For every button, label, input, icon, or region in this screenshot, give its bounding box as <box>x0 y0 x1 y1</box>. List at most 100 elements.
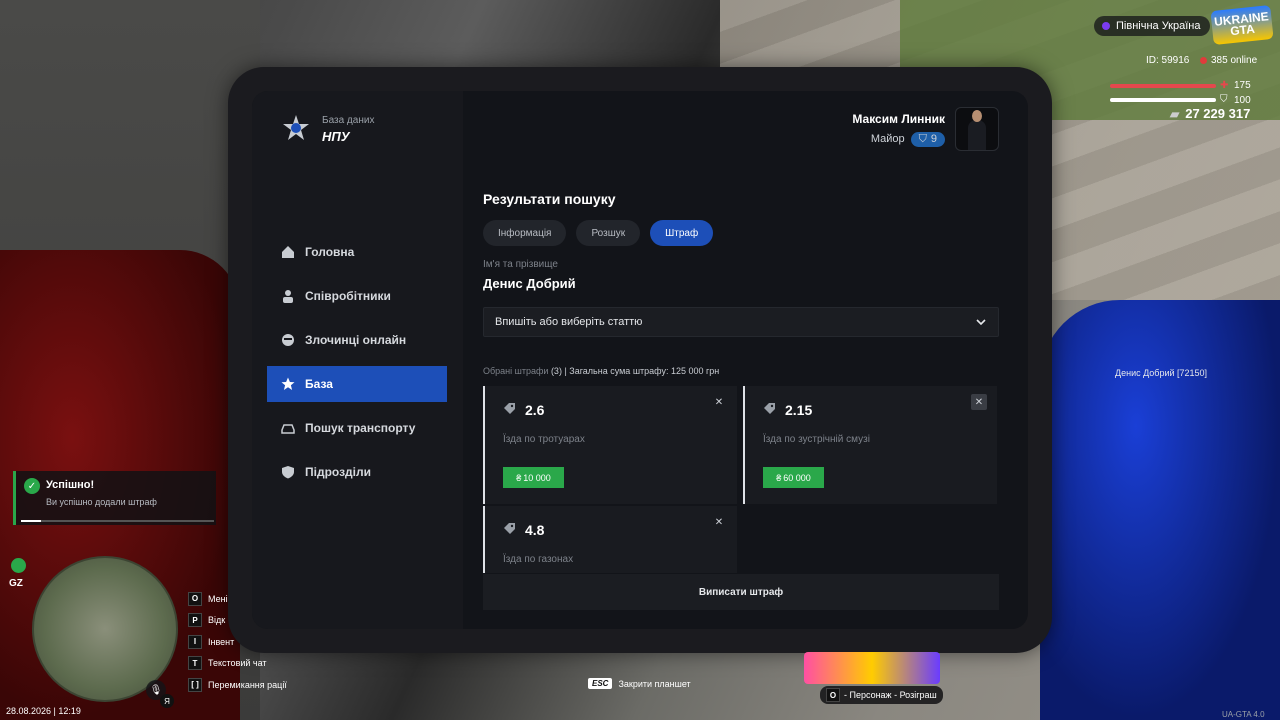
user-name: Максим Линник <box>852 111 945 126</box>
article-select-text: Впишіть або виберіть статтю <box>495 316 643 328</box>
close-tablet-hint: ESC Закрити планшет <box>588 678 691 689</box>
promo-hint: O - Персонаж - Розіграш <box>820 686 943 704</box>
hryvnia-icon: ₴ <box>516 472 522 483</box>
money: ▰ 27 229 317 <box>1170 106 1250 121</box>
logo-text: UKRAINE GTA <box>1213 9 1270 39</box>
sidebar: База даних НПУ Головна Співробітники Зло… <box>252 91 463 629</box>
summary-details: (3) | Загальна сума штрафу: 125 000 грн <box>550 366 720 376</box>
key-cap: O <box>188 591 202 606</box>
keybind-label: Інвент <box>208 636 235 647</box>
server-badge: Північна Україна <box>1094 16 1211 36</box>
player-id: ID: 59916 <box>1146 55 1190 66</box>
keybind-label: Текстовий чат <box>208 658 267 669</box>
tag-icon <box>763 401 777 418</box>
fine-card: 2.15 Їзда по зустрічній смузі ₴ 60 000 ✕ <box>743 386 997 504</box>
car-icon <box>281 421 295 435</box>
name-label: Ім'я та прізвище <box>483 259 558 270</box>
close-icon: ✕ <box>714 396 724 408</box>
sidebar-item-home[interactable]: Головна <box>267 234 447 270</box>
key-cap: [ ] <box>188 677 202 692</box>
main-content: Максим Линник Майор ⛉ 9 Результати пошук… <box>483 91 1003 629</box>
player-nametag: Денис Добрий [72150] <box>1115 368 1208 378</box>
keybind-row: P Відк <box>188 610 287 632</box>
health-icon: ✚ <box>1220 80 1229 91</box>
badge-shield-icon: ⛉ <box>918 132 927 145</box>
online-text: 385 online <box>1211 55 1258 66</box>
fine-description: Їзда по зустрічній смузі <box>763 434 870 445</box>
police-emblem-icon <box>280 113 312 145</box>
fine-price-value: 60 000 <box>783 472 811 483</box>
article-select[interactable]: Впишіть або виберіть статтю <box>483 307 999 337</box>
online-count: 385 online <box>1200 55 1257 66</box>
money-value: 27 229 317 <box>1185 106 1251 121</box>
server-name: Північна Україна <box>1116 20 1201 32</box>
keybind-hints: O Мені P Відк I Інвент T Текстовий чат [ ] Пе… <box>188 588 287 696</box>
sidebar-item-label: Співробітники <box>305 289 391 303</box>
home-icon <box>281 245 295 259</box>
fine-code-text: 2.15 <box>785 401 813 418</box>
sidebar-nav: Головна Співробітники Злочинці онлайн Ба… <box>267 234 447 498</box>
sidebar-item-label: Головна <box>305 245 355 259</box>
remove-fine-button[interactable]: ✕ <box>711 394 727 410</box>
server-icon <box>1102 22 1110 30</box>
esc-key: ESC <box>588 678 613 689</box>
brand: База даних НПУ <box>280 113 374 145</box>
keybind-label: Відк <box>208 615 226 626</box>
keybind-row: T Текстовий чат <box>188 653 287 675</box>
page-title: Результати пошуку <box>483 191 616 207</box>
health-bar <box>1110 84 1216 88</box>
tab-wanted[interactable]: Розшук <box>576 220 641 246</box>
fine-price: ₴ 60 000 <box>763 467 824 488</box>
keybind-label: Перемикання рації <box>208 679 287 690</box>
summary-prefix: Обрані штрафи <box>483 366 549 376</box>
success-toast: ✓ Успішно! Ви успішно додали штраф <box>13 471 216 525</box>
star-icon <box>281 377 295 391</box>
sidebar-item-database[interactable]: База <box>267 366 447 402</box>
brand-title: НПУ <box>322 128 350 144</box>
keybind-row: I Інвент <box>188 631 287 653</box>
tab-info[interactable]: Інформація <box>483 220 567 246</box>
tablet-screen: База даних НПУ Головна Співробітники Зло… <box>252 91 1028 629</box>
close-tablet-label: Закрити планшет <box>618 678 691 689</box>
key-cap: P <box>188 613 202 628</box>
toast-text: Ви успішно додали штраф <box>46 497 157 507</box>
check-icon: ✓ <box>24 478 40 494</box>
brand-subtitle: База даних <box>322 114 375 126</box>
police-tablet: База даних НПУ Головна Співробітники Зло… <box>228 67 1052 653</box>
fine-description: Їзда по тротуарах <box>503 434 585 445</box>
chevron-down-icon <box>976 316 986 328</box>
promo-label: - Персонаж - Розіграш <box>844 690 937 700</box>
game-logo: UKRAINE GTA <box>1210 4 1274 46</box>
fine-code-text: 4.8 <box>525 521 545 538</box>
online-icon <box>1200 57 1207 64</box>
criminal-icon <box>281 333 295 347</box>
user-profile: Максим Линник Майор ⛉ 9 <box>852 107 999 151</box>
tabs: Інформація Розшук Штраф <box>483 220 714 246</box>
sidebar-item-label: Підрозділи <box>305 465 371 479</box>
remove-fine-button[interactable]: ✕ <box>971 394 987 410</box>
fine-price: ₴ 10 000 <box>503 467 564 488</box>
person-name: Денис Добрий <box>483 276 576 291</box>
promo-banner[interactable] <box>804 652 940 684</box>
sidebar-item-label: Пошук транспорту <box>305 421 416 435</box>
sidebar-item-units[interactable]: Підрозділи <box>267 454 447 490</box>
fine-price-value: 10 000 <box>523 472 551 483</box>
fine-card: 2.6 Їзда по тротуарах ₴ 10 000 ✕ <box>483 386 737 504</box>
close-icon: ✕ <box>974 396 984 408</box>
key-cap: T <box>188 656 202 671</box>
avatar <box>955 107 999 151</box>
toast-progress <box>21 520 214 522</box>
money-icon: ▰ <box>1170 106 1180 121</box>
fine-card: 4.8 Їзда по газонах ✕ <box>483 506 737 573</box>
remove-fine-button[interactable]: ✕ <box>711 514 727 530</box>
selected-fines: 2.6 Їзда по тротуарах ₴ 10 000 ✕ 2.15 Їз… <box>483 386 999 573</box>
version-label: UA-GTA 4.0 <box>1222 710 1265 719</box>
toast-title: Успішно! <box>46 479 95 491</box>
tab-fine[interactable]: Штраф <box>650 220 714 246</box>
fine-code: 2.15 <box>763 401 812 418</box>
sidebar-item-criminals[interactable]: Злочинці онлайн <box>267 322 447 358</box>
sidebar-item-vehicle-search[interactable]: Пошук транспорту <box>267 410 447 446</box>
issue-fine-button[interactable]: Виписати штраф <box>483 574 999 610</box>
keybind-row: O Мені <box>188 588 287 610</box>
sidebar-item-employees[interactable]: Співробітники <box>267 278 447 314</box>
